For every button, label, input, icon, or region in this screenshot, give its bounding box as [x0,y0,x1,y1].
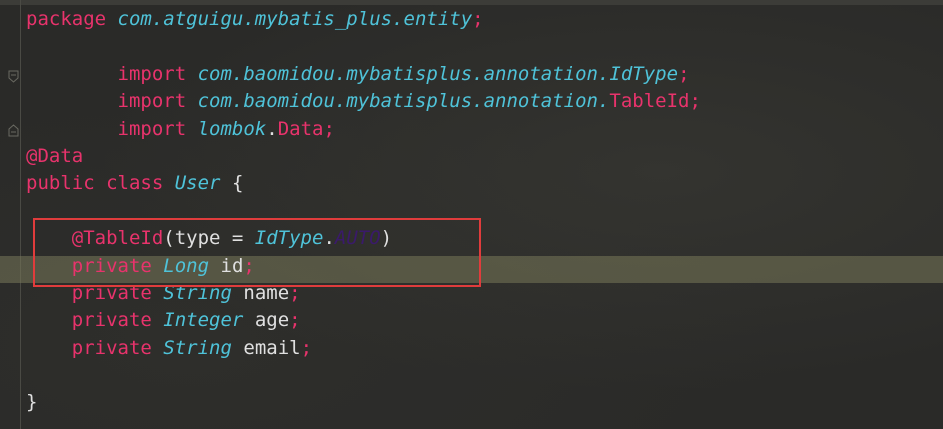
code-token: private [71,309,152,332]
code-token: . [266,117,278,140]
code-token: com.atguigu.mybatis_plus.entity [117,8,473,30]
code-line[interactable]: private Integer age; [26,307,701,334]
code-token: TableId [609,90,690,113]
code-line[interactable]: package com.atguigu.mybatis_plus.entity; [26,6,701,33]
code-line[interactable]: import lombok.Data; [26,116,701,143]
code-token: public class [26,172,164,195]
code-token: ; [472,8,484,30]
gutter-divider [20,0,21,429]
code-text[interactable]: package com.atguigu.mybatis_plus.entity;… [26,6,701,417]
code-token: Data [277,117,324,140]
code-token: ; [678,62,690,85]
code-token: } [26,391,38,414]
code-token: { [220,172,244,195]
fold-open-icon[interactable] [8,70,19,83]
annotation-highlight-box [33,218,481,287]
code-line[interactable]: import com.baomidou.mybatisplus.annotati… [26,61,701,88]
code-token: private [71,336,152,359]
code-line[interactable]: import com.baomidou.mybatisplus.annotati… [26,88,701,115]
code-token: IdType [609,62,679,85]
code-line[interactable]: private String email; [26,335,701,362]
code-token: Integer [163,309,244,332]
code-token: email [231,336,301,359]
code-token: package [26,8,107,30]
code-token: age [243,309,290,332]
code-token: ; [323,117,335,140]
code-token: import [117,90,187,113]
code-editor[interactable]: package com.atguigu.mybatis_plus.entity;… [0,0,943,429]
fold-close-icon[interactable] [8,124,19,137]
code-line[interactable] [26,362,701,389]
code-token: User [174,172,221,195]
code-token: String [163,336,232,359]
code-line[interactable]: } [26,389,701,416]
code-token: import [117,62,187,85]
code-token: lombok [197,117,267,140]
code-token: com.baomidou.mybatisplus.annotation. [197,62,610,85]
code-token: ; [689,90,701,113]
code-line[interactable]: public class User { [26,170,701,197]
code-token: ; [300,336,313,359]
code-line[interactable]: @Data [26,143,701,170]
code-token: com.baomidou.mybatisplus.annotation. [197,90,610,113]
editor-top-strip [0,0,943,5]
code-line[interactable] [26,33,701,60]
code-token: ; [289,309,301,332]
code-token: import [117,117,187,140]
code-token: @Data [26,144,84,167]
